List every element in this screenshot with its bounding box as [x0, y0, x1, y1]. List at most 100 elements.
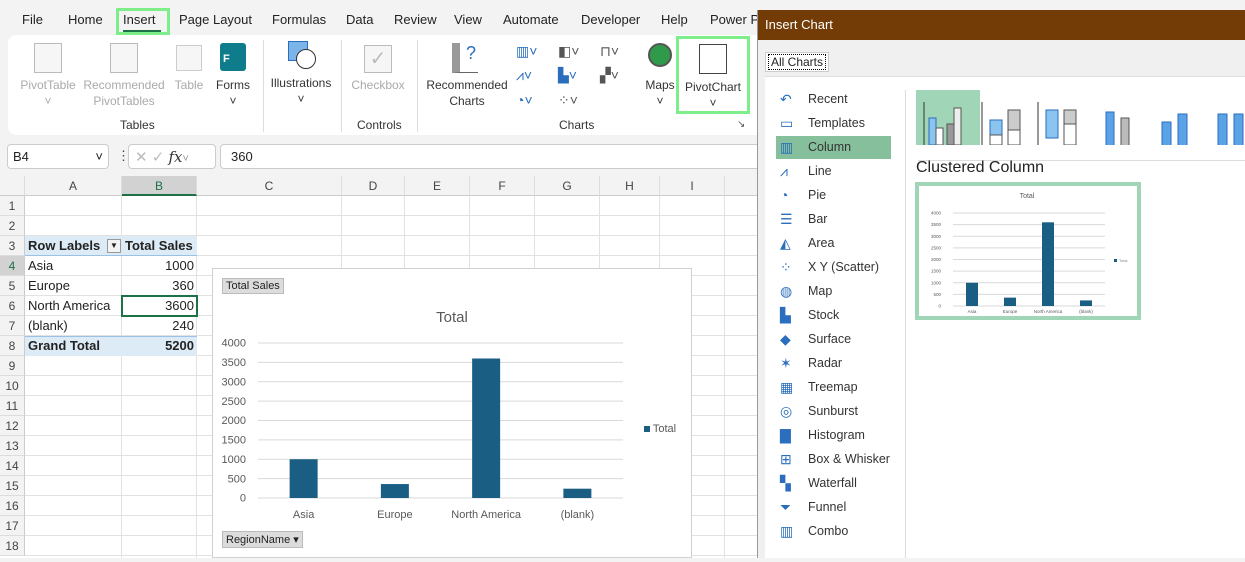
forms-button[interactable]: Forms ˅	[210, 77, 256, 109]
row-header[interactable]: 7	[0, 316, 25, 336]
column-header-F[interactable]: F	[470, 176, 535, 196]
chart-type-histogram[interactable]: ▇ Histogram	[776, 424, 891, 447]
row-header[interactable]: 14	[0, 456, 25, 476]
insert-function-button[interactable]: fx	[169, 148, 183, 166]
pivottable-icon	[34, 43, 62, 73]
cancel-icon[interactable]: ✕	[135, 149, 148, 166]
row-header[interactable]: 6	[0, 296, 25, 316]
column-header-C[interactable]: C	[197, 176, 342, 196]
recommended-pivottables-button[interactable]: Recommended PivotTables	[80, 77, 168, 109]
regionname-field-button[interactable]: RegionName ▾	[222, 531, 303, 548]
chart-type-radar[interactable]: ✶ Radar	[776, 352, 891, 375]
chart-type-area[interactable]: ◭ Area	[776, 232, 891, 255]
pie-chart-dropdown[interactable]: ◔˅	[516, 92, 533, 108]
chart-type-line[interactable]: ⩘ Line	[776, 160, 891, 183]
scatter-chart-dropdown[interactable]: ⁘˅	[558, 92, 578, 109]
column-header-I[interactable]: I	[660, 176, 725, 196]
row-header[interactable]: 11	[0, 396, 25, 416]
column-header-B[interactable]: B	[122, 176, 197, 196]
chart-type-bar[interactable]: ☰ Bar	[776, 208, 891, 231]
tab-file[interactable]: File	[22, 12, 43, 27]
line-chart-dropdown[interactable]: ⩘˅	[516, 67, 532, 84]
illustrations-button[interactable]: Illustrations ˅	[266, 75, 336, 107]
insert-tab-highlight	[116, 8, 170, 35]
filter-dropdown-icon[interactable]: ▼	[107, 239, 121, 253]
row-header[interactable]: 13	[0, 436, 25, 456]
chart-type-templates[interactable]: ▭ Templates	[776, 112, 891, 135]
pivotchart-button[interactable]: PivotChart ˅	[680, 79, 746, 111]
select-all-corner[interactable]	[0, 176, 25, 196]
formula-input[interactable]: 360	[220, 144, 760, 169]
tab-page-layout[interactable]: Page Layout	[179, 12, 252, 27]
x-tick-label: North America	[1034, 309, 1063, 314]
row-header[interactable]: 17	[0, 516, 25, 536]
statistic-chart-dropdown[interactable]: ▙˅	[558, 67, 577, 84]
pivot-row-value[interactable]: 360	[122, 276, 197, 296]
waterfall-chart-dropdown[interactable]: ⊓˅	[600, 43, 619, 60]
column-header-G[interactable]: G	[535, 176, 600, 196]
tab-power-p[interactable]: Power P	[710, 12, 759, 27]
pivot-row-label[interactable]: (blank)	[25, 316, 71, 336]
pivot-row-label[interactable]: Europe	[25, 276, 73, 296]
chart-type-icon: ⊞	[780, 451, 792, 467]
chart-type-sunburst[interactable]: ◎ Sunburst	[776, 400, 891, 423]
chart-type-stock[interactable]: ▙ Stock	[776, 304, 891, 327]
row-header[interactable]: 9	[0, 356, 25, 376]
tab-automate[interactable]: Automate	[503, 12, 559, 27]
active-cell-b4[interactable]	[121, 295, 198, 317]
hierarchy-chart-dropdown[interactable]: ◧˅	[558, 43, 579, 60]
row-header[interactable]: 15	[0, 476, 25, 496]
chart-type-surface[interactable]: ◆ Surface	[776, 328, 891, 351]
name-box[interactable]: B4 ˅	[7, 144, 109, 169]
pivot-row-value[interactable]: 1000	[122, 256, 197, 276]
column-chart-dropdown[interactable]: ▥˅	[516, 43, 537, 60]
row-header[interactable]: 3	[0, 236, 25, 256]
checkbox-button[interactable]: Checkbox	[348, 77, 408, 93]
pivot-chart[interactable]: 0 500 1000 1500 2000 2500 3000 3500 4000 Asia Euro…	[212, 268, 692, 558]
row-header[interactable]: 12	[0, 416, 25, 436]
pivottable-button[interactable]: PivotTable ˅	[18, 77, 78, 109]
tab-review[interactable]: Review	[394, 12, 437, 27]
chart-type-treemap[interactable]: ▦ Treemap	[776, 376, 891, 399]
row-header[interactable]: 18	[0, 536, 25, 556]
tab-help[interactable]: Help	[661, 12, 688, 27]
chart-type-box-whisker[interactable]: ⊞ Box & Whisker	[776, 448, 891, 471]
pivot-row-value[interactable]: 240	[122, 316, 197, 336]
column-header-H[interactable]: H	[600, 176, 660, 196]
tab-all-charts[interactable]: All Charts	[765, 52, 830, 72]
chart-type-column[interactable]: ▥ Column	[776, 136, 891, 159]
row-header[interactable]: 8	[0, 336, 25, 356]
tab-formulas[interactable]: Formulas	[272, 12, 326, 27]
tab-developer[interactable]: Developer	[581, 12, 640, 27]
row-labels-header[interactable]: Row Labels	[25, 236, 103, 256]
tab-data[interactable]: Data	[346, 12, 373, 27]
column-header-E[interactable]: E	[405, 176, 470, 196]
subtype-title: Clustered Column	[916, 159, 1045, 176]
column-header-A[interactable]: A	[25, 176, 122, 196]
row-header[interactable]: 1	[0, 196, 25, 216]
chart-type-pie[interactable]: ◔ Pie	[776, 184, 891, 207]
row-header[interactable]: 10	[0, 376, 25, 396]
chart-type-recent[interactable]: ↶ Recent	[776, 88, 891, 111]
pivot-row-label[interactable]: Asia	[25, 256, 56, 276]
pivot-row-label[interactable]: North America	[25, 296, 113, 316]
tab-view[interactable]: View	[454, 12, 482, 27]
total-sales-field-button[interactable]: Total Sales	[222, 278, 284, 294]
row-header[interactable]: 5	[0, 276, 25, 296]
recommended-charts-button[interactable]: Recommended Charts	[422, 77, 512, 109]
chart-type-waterfall[interactable]: ▚ Waterfall	[776, 472, 891, 495]
table-button[interactable]: Table	[168, 77, 210, 93]
charts-dialog-launcher-icon[interactable]: ↘	[737, 119, 745, 130]
column-header-D[interactable]: D	[342, 176, 405, 196]
enter-icon[interactable]: ✓	[152, 149, 165, 166]
chart-preview[interactable]: 0 500 1000 1500 2000 2500 3000 3500 4000 Asia Euro…	[915, 182, 1141, 320]
row-header[interactable]: 16	[0, 496, 25, 516]
combo-chart-dropdown[interactable]: ▞˅	[600, 67, 619, 84]
row-header[interactable]: 2	[0, 216, 25, 236]
tab-home[interactable]: Home	[68, 12, 103, 27]
row-header[interactable]: 4	[0, 256, 25, 276]
chart-type-map[interactable]: ◍ Map	[776, 280, 891, 303]
chart-type-funnel[interactable]: ⏷ Funnel	[776, 496, 891, 519]
chart-type-combo[interactable]: ▥ Combo	[776, 520, 891, 543]
chart-type-x-y-scatter[interactable]: ⁘ X Y (Scatter)	[776, 256, 891, 279]
